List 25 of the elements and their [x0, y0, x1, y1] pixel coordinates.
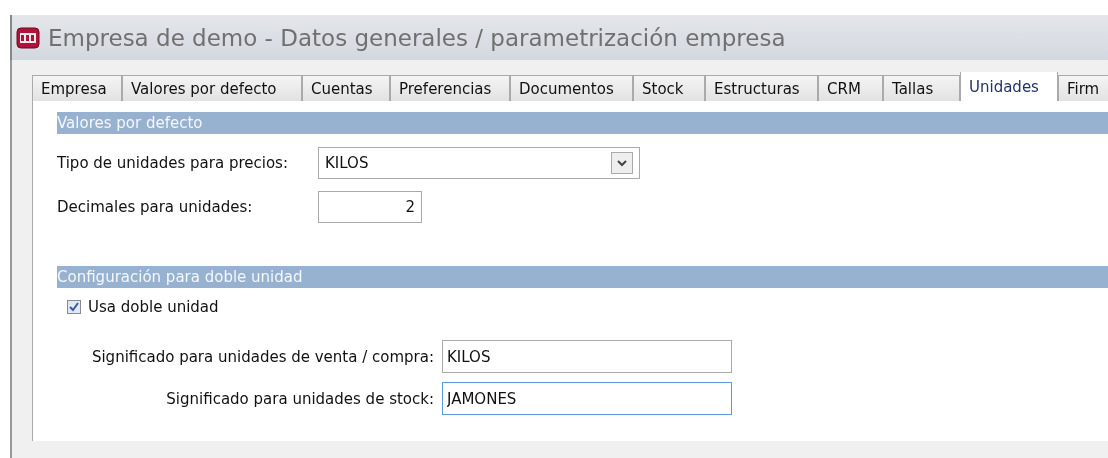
tab[interactable]: CRM: [818, 75, 883, 101]
unit-dropdown[interactable]: KILOS: [318, 147, 640, 179]
app-logo-icon: [16, 26, 40, 49]
checkbox[interactable]: [67, 300, 81, 314]
tab[interactable]: Tallas: [883, 75, 960, 101]
section-header: Valores por defecto: [57, 112, 1108, 134]
text-field[interactable]: KILOS: [442, 340, 732, 373]
tab[interactable]: Stock: [633, 75, 705, 101]
window-title: Empresa de demo - Datos generales / parametrización empresa: [48, 24, 786, 51]
section-header: Configuración para doble unidad: [57, 266, 1108, 288]
tab[interactable]: Estructuras: [705, 75, 818, 101]
tab[interactable]: Firm: [1058, 75, 1108, 101]
tab[interactable]: Unidades: [960, 72, 1058, 101]
tab[interactable]: Empresa: [32, 75, 122, 101]
decimals-field[interactable]: 2: [318, 191, 422, 223]
tab[interactable]: Preferencias: [390, 75, 510, 101]
text-field[interactable]: JAMONES: [442, 382, 732, 415]
tab[interactable]: Valores por defecto: [122, 75, 302, 101]
field-label: Significado para unidades de stock:: [166, 389, 434, 408]
field-label: Significado para unidades de venta / compra:: [91, 347, 434, 366]
tab[interactable]: Cuentas: [302, 75, 390, 101]
tab[interactable]: Documentos: [510, 75, 633, 101]
checkbox-label: Usa doble unidad: [88, 298, 219, 316]
field-label: Decimales para unidades:: [57, 198, 254, 216]
field-label: Tipo de unidades para precios:: [57, 154, 289, 172]
